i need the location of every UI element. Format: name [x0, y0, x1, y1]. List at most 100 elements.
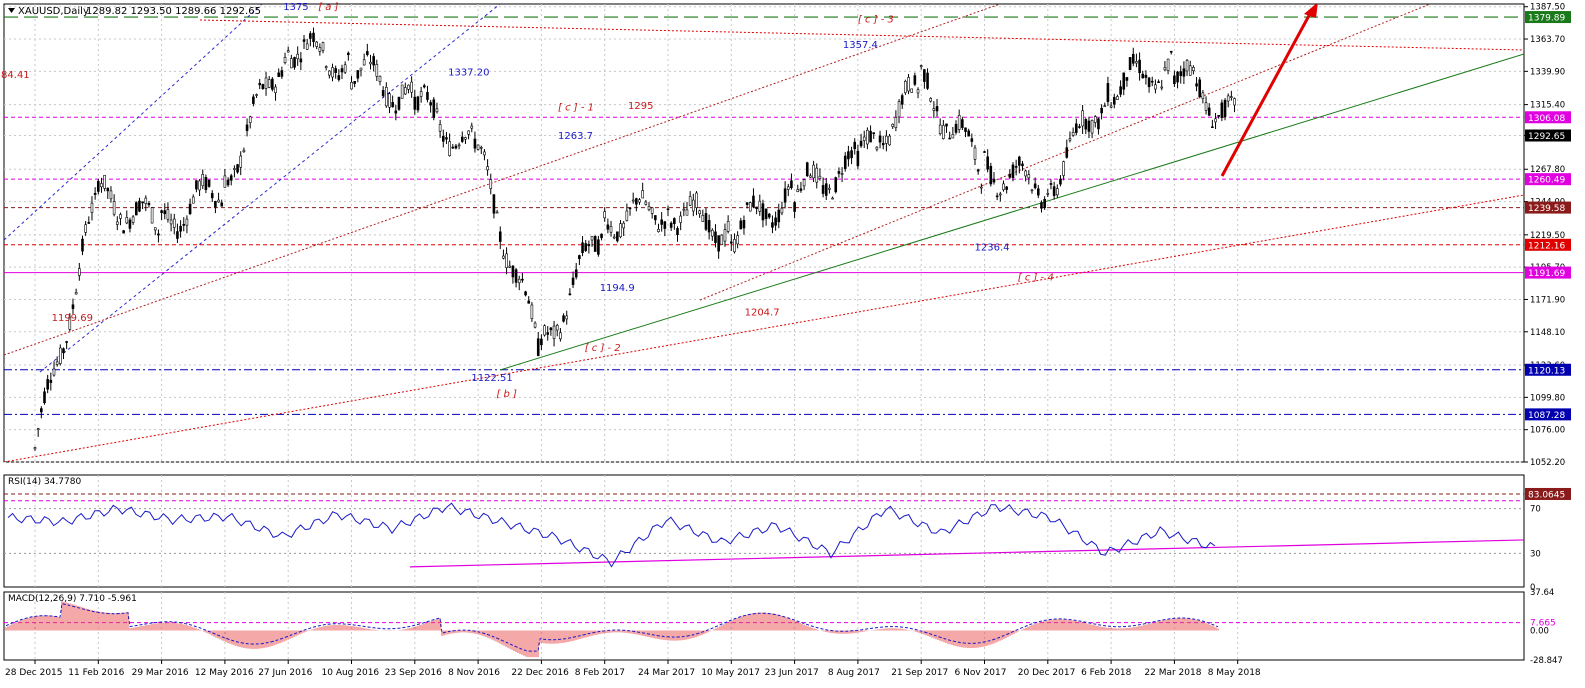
macd-title: MACD(12,26,9) 7.710 -5.961 — [8, 594, 137, 604]
time-tick-label: 6 Nov 2017 — [955, 668, 1007, 678]
candle-body — [967, 130, 970, 137]
candle-body — [71, 304, 75, 309]
candle-body — [1106, 83, 1110, 103]
candle-body — [869, 130, 872, 143]
candle-body — [904, 80, 907, 93]
annotation-label: [ a ] — [318, 2, 338, 13]
candle-body — [568, 293, 572, 296]
candle-body — [100, 183, 103, 188]
annotation-label: 1194.9 — [600, 283, 635, 294]
candle-body — [362, 59, 366, 66]
annotation-label: 1263.7 — [558, 131, 593, 142]
annotation-label: 1122.51 — [471, 373, 512, 384]
candle-body — [818, 175, 822, 179]
candle-body — [894, 117, 898, 128]
candle-body — [821, 185, 825, 194]
candle-body — [147, 202, 151, 206]
candle-body — [1059, 178, 1062, 185]
candle-body — [1220, 102, 1224, 118]
macd-level-tag: 7.665 — [1530, 619, 1556, 629]
candle-body — [685, 209, 689, 216]
candle-body — [59, 347, 62, 364]
candle-body — [891, 123, 895, 127]
candle-body — [1116, 96, 1119, 100]
candle-body — [220, 202, 224, 207]
candle-body — [217, 199, 220, 203]
candle-body — [1166, 58, 1170, 71]
candle-body — [385, 87, 388, 107]
candle-body — [267, 79, 271, 88]
candle-body — [729, 241, 733, 244]
candle-body — [432, 99, 436, 118]
candle-body — [758, 200, 762, 212]
annotation-label: 1199.69 — [52, 313, 93, 324]
candle-body — [533, 322, 537, 328]
candle-body — [195, 180, 198, 190]
price-tick-label: 1052.20 — [1530, 458, 1565, 468]
candle-body — [438, 124, 442, 132]
candle-body — [169, 219, 173, 225]
rsi-level-tag: 83.0645 — [1528, 490, 1565, 500]
level-tag: 1212.16 — [1528, 241, 1565, 251]
candle-body — [204, 177, 208, 191]
candle-body — [429, 102, 432, 106]
candle-body — [290, 58, 293, 69]
candle-body — [942, 125, 945, 139]
candle-body — [252, 96, 255, 104]
price-tick-label: 1171.90 — [1530, 295, 1565, 305]
level-tag: 1120.13 — [1528, 366, 1565, 376]
candle-body — [397, 96, 401, 110]
candle-body — [340, 68, 344, 73]
candle-body — [400, 84, 404, 99]
candle-body — [688, 196, 692, 206]
candle-body — [733, 239, 736, 253]
candle-body — [115, 221, 119, 225]
candle-body — [736, 235, 739, 245]
candle-body — [638, 199, 641, 203]
level-tag: 1292.65 — [1528, 132, 1565, 142]
candle-body — [850, 150, 853, 159]
candle-body — [375, 64, 379, 77]
candle-body — [1182, 68, 1186, 77]
level-tag: 1306.08 — [1528, 114, 1565, 124]
candle-body — [701, 215, 705, 222]
candle-body — [986, 156, 989, 170]
candle-body — [498, 231, 502, 242]
candle-body — [644, 201, 648, 205]
candle-body — [131, 216, 135, 223]
candle-body — [331, 67, 334, 78]
time-tick-label: 8 May 2018 — [1208, 668, 1261, 678]
candle-body — [467, 130, 470, 135]
candle-body — [913, 75, 917, 85]
candle-body — [517, 278, 521, 284]
candle-body — [679, 215, 682, 223]
candle-body — [337, 75, 341, 80]
candle-body — [1071, 132, 1075, 136]
candle-body — [859, 140, 863, 147]
candle-body — [796, 189, 800, 192]
candle-body — [809, 175, 812, 178]
candle-body — [1043, 198, 1046, 209]
candle-body — [660, 219, 663, 225]
candle-body — [1201, 92, 1205, 99]
candle-body — [144, 197, 148, 204]
candle-body — [448, 141, 451, 156]
candle-body — [353, 81, 356, 84]
candle-body — [318, 47, 322, 52]
candle-body — [976, 169, 980, 172]
candle-body — [761, 203, 765, 221]
candle-body — [309, 33, 312, 39]
candle-body — [878, 135, 882, 143]
candle-body — [1176, 71, 1179, 83]
candle-body — [549, 327, 553, 331]
candle-body — [93, 192, 97, 195]
candle-body — [258, 82, 262, 86]
candle-body — [134, 202, 138, 216]
candle-body — [1005, 186, 1008, 190]
candle-body — [191, 196, 195, 204]
candle-body — [369, 61, 372, 65]
candle-body — [1207, 107, 1211, 116]
candle-body — [1084, 119, 1088, 130]
candle-body — [552, 325, 556, 339]
candle-body — [622, 222, 625, 229]
